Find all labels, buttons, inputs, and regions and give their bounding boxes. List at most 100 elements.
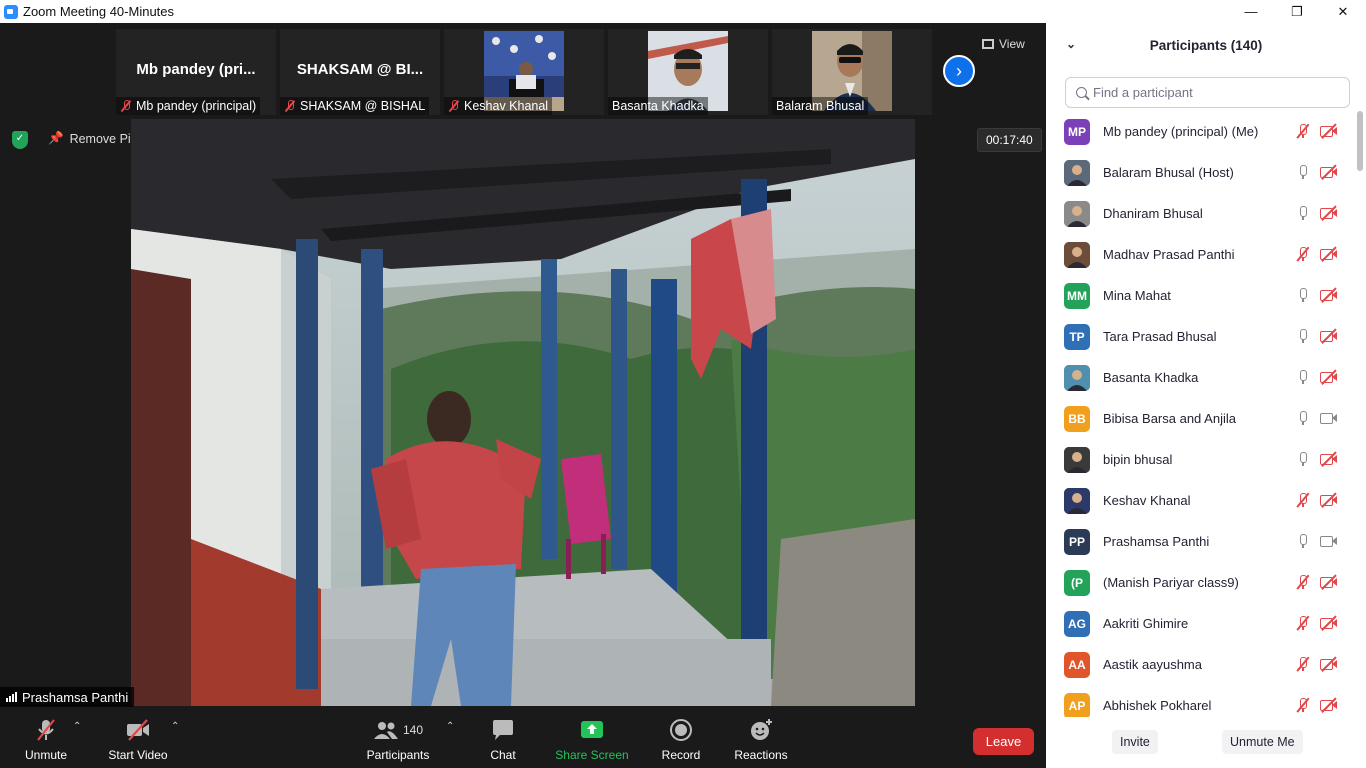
tile-caption: Mb pandey (principal) bbox=[116, 97, 261, 115]
remove-pin-button[interactable]: 📌 Remove Pin bbox=[48, 131, 138, 146]
start-video-button[interactable]: Start Video bbox=[106, 707, 170, 768]
chat-button[interactable]: Chat bbox=[483, 707, 523, 768]
camera-off-icon bbox=[1320, 328, 1338, 344]
participant-status-icons bbox=[1296, 656, 1338, 672]
unmute-button[interactable]: Unmute bbox=[22, 707, 70, 768]
participants-count: 140 bbox=[402, 723, 424, 737]
record-button[interactable]: Record bbox=[659, 707, 703, 768]
start-video-label: Start Video bbox=[108, 748, 168, 762]
minimize-button[interactable]: — bbox=[1228, 0, 1274, 23]
camera-off-icon bbox=[1320, 574, 1338, 590]
participant-status-icons bbox=[1296, 369, 1338, 385]
participant-row[interactable]: MP Mb pandey (principal) (Me) bbox=[1046, 111, 1356, 152]
participant-initials-avatar: (P bbox=[1064, 569, 1090, 596]
tile-caption: Basanta Khadka bbox=[608, 97, 708, 115]
participant-status-icons bbox=[1296, 410, 1338, 426]
pinned-video[interactable] bbox=[131, 119, 915, 706]
participant-photo-avatar bbox=[1064, 446, 1090, 473]
video-tile[interactable]: Balaram Bhusal bbox=[772, 29, 932, 115]
participant-row[interactable]: AG Aakriti Ghimire bbox=[1046, 603, 1356, 644]
participant-list-scrollbar[interactable] bbox=[1356, 111, 1364, 717]
security-shield-icon[interactable]: ✓ bbox=[12, 131, 28, 149]
participants-panel: ⌄ Participants (140) Find a participant … bbox=[1046, 23, 1366, 768]
window-title: Zoom Meeting 40-Minutes bbox=[23, 4, 175, 19]
participant-row[interactable]: Keshav Khanal bbox=[1046, 480, 1356, 521]
collapse-panel-chevron-icon[interactable]: ⌄ bbox=[1066, 37, 1076, 51]
camera-off-icon bbox=[1320, 287, 1338, 303]
mic-muted-icon bbox=[120, 100, 132, 112]
unmute-label: Unmute bbox=[24, 748, 68, 762]
record-icon bbox=[670, 719, 692, 741]
pinned-video-frame bbox=[131, 119, 915, 706]
video-options-caret[interactable]: ⌃ bbox=[171, 721, 179, 732]
video-tile[interactable]: Basanta Khadka bbox=[608, 29, 768, 115]
participant-row[interactable]: Basanta Khadka bbox=[1046, 357, 1356, 398]
view-button[interactable]: View bbox=[982, 33, 1025, 55]
tile-caption: Balaram Bhusal bbox=[772, 97, 869, 115]
participant-name: bipin bhusal bbox=[1103, 452, 1173, 467]
camera-off-icon bbox=[1320, 123, 1338, 139]
video-tile[interactable]: Mb pandey (pri... Mb pandey (principal) bbox=[116, 29, 276, 115]
close-button[interactable]: ✕ bbox=[1320, 0, 1366, 23]
reactions-button[interactable]: Reactions bbox=[733, 707, 789, 768]
mic-muted-icon bbox=[1296, 656, 1310, 672]
meeting-toolbar: Unmute ⌃ Start Video ⌃ 140 Participants … bbox=[0, 707, 1046, 768]
record-label: Record bbox=[661, 748, 701, 762]
participant-initials-avatar: AA bbox=[1064, 651, 1090, 678]
camera-off-icon bbox=[1320, 615, 1338, 631]
participant-status-icons bbox=[1296, 205, 1338, 221]
participant-photo-avatar bbox=[1064, 241, 1090, 268]
video-tile[interactable]: Keshav Khanal bbox=[444, 29, 604, 115]
participant-row[interactable]: AA Aastik aayushma bbox=[1046, 644, 1356, 685]
pinned-name-text: Prashamsa Panthi bbox=[22, 689, 129, 705]
tile-name-large: Mb pandey (pri... bbox=[136, 61, 256, 78]
participants-options-caret[interactable]: ⌃ bbox=[446, 721, 454, 732]
participant-row[interactable]: MM Mina Mahat bbox=[1046, 275, 1356, 316]
participant-row[interactable]: AP Abhishek Pokharel bbox=[1046, 685, 1356, 717]
participant-row[interactable]: PP Prashamsa Panthi bbox=[1046, 521, 1356, 562]
video-tile[interactable]: SHAKSAM @ BI... SHAKSAM @ BISHAL bbox=[280, 29, 440, 115]
participant-status-icons bbox=[1296, 574, 1338, 590]
mic-muted-icon bbox=[37, 719, 55, 741]
participant-row[interactable]: Madhav Prasad Panthi bbox=[1046, 234, 1356, 275]
participant-row[interactable]: Dhaniram Bhusal bbox=[1046, 193, 1356, 234]
window-titlebar: Zoom Meeting 40-Minutes — ❐ ✕ bbox=[0, 0, 1366, 23]
participant-initials-avatar: TP bbox=[1064, 323, 1090, 350]
participant-row[interactable]: bipin bhusal bbox=[1046, 439, 1356, 480]
participant-photo-avatar bbox=[1064, 487, 1090, 514]
participant-name: Mb pandey (principal) (Me) bbox=[1103, 124, 1259, 139]
participant-row[interactable]: (P (Manish Pariyar class9) bbox=[1046, 562, 1356, 603]
participant-name: Prashamsa Panthi bbox=[1103, 534, 1210, 549]
participant-initials-avatar: MM bbox=[1064, 282, 1090, 309]
participant-name: Madhav Prasad Panthi bbox=[1103, 247, 1235, 262]
share-screen-icon bbox=[581, 721, 603, 738]
scrollbar-thumb[interactable] bbox=[1357, 111, 1363, 171]
camera-icon bbox=[1320, 534, 1338, 548]
participant-name: Aakriti Ghimire bbox=[1103, 616, 1189, 631]
camera-off-icon bbox=[1320, 451, 1338, 467]
participant-name: Keshav Khanal bbox=[1103, 493, 1191, 508]
unmute-options-caret[interactable]: ⌃ bbox=[73, 721, 81, 732]
share-screen-button[interactable]: Share Screen bbox=[554, 707, 630, 768]
next-page-arrow-button[interactable]: › bbox=[943, 55, 975, 87]
leave-button[interactable]: Leave bbox=[973, 728, 1034, 755]
participant-name: Balaram Bhusal (Host) bbox=[1103, 165, 1234, 180]
invite-button[interactable]: Invite bbox=[1112, 730, 1158, 754]
pin-icon: 📌 bbox=[48, 131, 64, 145]
participant-initials-avatar: AP bbox=[1064, 692, 1090, 717]
maximize-button[interactable]: ❐ bbox=[1274, 0, 1320, 23]
participant-row[interactable]: BB Bibisa Barsa and Anjila bbox=[1046, 398, 1356, 439]
participant-name: Mina Mahat bbox=[1103, 288, 1171, 303]
mic-icon bbox=[1296, 533, 1310, 549]
participant-name: Dhaniram Bhusal bbox=[1103, 206, 1203, 221]
participant-row[interactable]: TP Tara Prasad Bhusal bbox=[1046, 316, 1356, 357]
camera-off-icon bbox=[1320, 369, 1338, 385]
participant-name: (Manish Pariyar class9) bbox=[1103, 575, 1239, 590]
unmute-me-button[interactable]: Unmute Me bbox=[1222, 730, 1303, 754]
tile-caption: Keshav Khanal bbox=[444, 97, 553, 115]
mic-icon bbox=[1296, 287, 1310, 303]
participant-search-input[interactable]: Find a participant bbox=[1065, 77, 1350, 108]
participant-row[interactable]: Balaram Bhusal (Host) bbox=[1046, 152, 1356, 193]
participant-photo-avatar bbox=[1064, 200, 1090, 227]
participants-button[interactable]: 140 Participants bbox=[364, 707, 432, 768]
